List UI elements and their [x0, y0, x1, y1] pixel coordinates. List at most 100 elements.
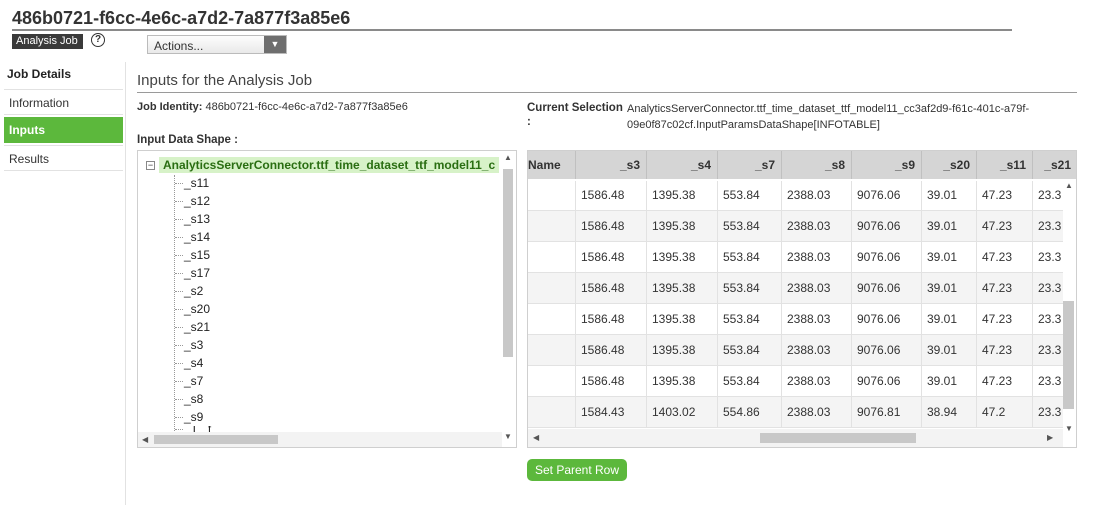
tree-root-label[interactable]: AnalyticsServerConnector.ttf_time_datase…: [159, 157, 500, 173]
tree-node[interactable]: _s2: [175, 282, 203, 300]
table-cell: [528, 366, 576, 397]
column-header[interactable]: _s4: [647, 151, 718, 179]
scroll-right-icon[interactable]: ▶: [1047, 433, 1053, 442]
tree-node[interactable]: _s17: [175, 264, 210, 282]
table-row[interactable]: 1586.48 1395.38 553.84 2388.03 9076.06 39.01 4…: [528, 304, 1063, 335]
actions-dropdown-label: Actions...: [154, 39, 204, 53]
tree-node[interactable]: _s21: [175, 318, 210, 336]
grid-horizontal-scrollbar[interactable]: ◀ ▶: [528, 429, 1063, 447]
tree-node-label: _s14: [184, 230, 211, 244]
tree-node[interactable]: _s15: [175, 246, 210, 264]
table-cell: 553.84: [718, 335, 782, 366]
tree-node[interactable]: _s9: [175, 408, 203, 426]
grid-hscroll-thumb[interactable]: [760, 433, 916, 443]
table-cell: [528, 211, 576, 242]
entity-type-badge: Analysis Job: [12, 34, 83, 49]
tree-node-label: _s15: [184, 248, 211, 262]
data-grid[interactable]: Name _s3 _s4 _s7 _s8 _s9 _s20 _s11 _s21 1586.48 1…: [527, 150, 1077, 448]
tree-hscroll-thumb[interactable]: [154, 435, 278, 444]
tree-node[interactable]: _s3: [175, 336, 203, 354]
table-cell: 9076.06: [852, 242, 922, 273]
table-row[interactable]: 1584.43 1403.02 554.86 2388.03 9076.81 38.94 4…: [528, 397, 1063, 428]
tree-node[interactable]: _s11: [175, 174, 209, 192]
table-row[interactable]: 1586.48 1395.38 553.84 2388.03 9076.06 39.01 4…: [528, 335, 1063, 366]
table-cell: 1395.38: [647, 273, 718, 304]
table-cell: 39.01: [922, 211, 977, 242]
column-header[interactable]: Name: [528, 151, 576, 179]
chevron-down-icon[interactable]: ▼: [264, 36, 286, 53]
column-header[interactable]: _s3: [576, 151, 647, 179]
table-cell: 23.3: [1033, 304, 1063, 335]
scroll-up-icon[interactable]: ▲: [504, 153, 512, 162]
sidebar-item-results[interactable]: Results: [4, 145, 123, 171]
set-parent-row-button[interactable]: Set Parent Row: [527, 459, 627, 481]
tree-horizontal-scrollbar[interactable]: ◀: [138, 432, 502, 447]
sidebar-item-inputs[interactable]: Inputs: [4, 117, 123, 143]
table-cell: 47.23: [977, 273, 1033, 304]
sidebar-item-information[interactable]: Information: [4, 89, 123, 115]
tree-node[interactable]: _s13: [175, 210, 210, 228]
collapse-icon[interactable]: −: [146, 160, 155, 170]
sidebar: Job Details Information Inputs Results: [4, 62, 126, 505]
table-row[interactable]: 1586.48 1395.38 553.84 2388.03 9076.06 39.01 4…: [528, 211, 1063, 242]
column-header[interactable]: _s8: [782, 151, 852, 179]
table-cell: 553.84: [718, 304, 782, 335]
table-row[interactable]: 1586.48 1395.38 553.84 2388.03 9076.06 39.01 4…: [528, 366, 1063, 397]
table-cell: 23.3: [1033, 242, 1063, 273]
table-cell: 2388.03: [782, 366, 852, 397]
scroll-down-icon[interactable]: ▼: [504, 432, 512, 441]
table-cell: 47.23: [977, 366, 1033, 397]
tree-node-label: _s12: [184, 194, 211, 208]
table-row[interactable]: 1586.48 1395.38 553.84 2388.03 9076.06 39.01 4…: [528, 273, 1063, 304]
scroll-left-icon[interactable]: ◀: [533, 433, 539, 442]
current-selection-value: AnalyticsServerConnector.ttf_time_datase…: [627, 103, 1030, 131]
table-cell: 23.3: [1033, 211, 1063, 242]
table-cell: 39.01: [922, 304, 977, 335]
data-shape-tree[interactable]: − AnalyticsServerConnector.ttf_time_data…: [137, 150, 517, 448]
column-header[interactable]: _s7: [718, 151, 782, 179]
input-data-shape-label: Input Data Shape :: [137, 134, 238, 146]
grid-vscroll-thumb[interactable]: [1063, 301, 1074, 409]
scroll-down-icon[interactable]: ▼: [1065, 424, 1073, 433]
table-cell: 47.2: [977, 397, 1033, 428]
table-cell: 39.01: [922, 181, 977, 211]
scroll-left-icon[interactable]: ◀: [142, 435, 148, 444]
table-cell: 1395.38: [647, 366, 718, 397]
tree-node[interactable]: _s8: [175, 390, 203, 408]
column-header[interactable]: _s20: [922, 151, 977, 179]
tree-root-node[interactable]: − AnalyticsServerConnector.ttf_time_data…: [146, 156, 500, 174]
tree-node[interactable]: _s4: [175, 354, 203, 372]
column-header[interactable]: _s11: [977, 151, 1033, 179]
table-cell: [528, 273, 576, 304]
page-title: 486b0721-f6cc-4e6c-a7d2-7a877f3a85e6: [12, 8, 351, 28]
table-cell: [528, 335, 576, 366]
column-header[interactable]: _s9: [852, 151, 922, 179]
table-cell: 47.23: [977, 181, 1033, 211]
table-cell: 1395.38: [647, 335, 718, 366]
table-cell: 38.94: [922, 397, 977, 428]
table-cell: 23.3: [1033, 335, 1063, 366]
tree-node[interactable]: _s7: [175, 372, 203, 390]
tree-vscroll-thumb[interactable]: [503, 169, 513, 357]
table-row[interactable]: 1586.48 1395.38 553.84 2388.03 9076.06 39.01 4…: [528, 242, 1063, 273]
tree-node-label: _s2: [184, 284, 204, 298]
table-cell: [528, 304, 576, 335]
table-cell: 553.84: [718, 211, 782, 242]
table-cell: 9076.06: [852, 304, 922, 335]
tree-node[interactable]: _s14: [175, 228, 210, 246]
scroll-up-icon[interactable]: ▲: [1065, 181, 1073, 190]
help-icon[interactable]: ?: [91, 33, 105, 47]
tree-node-label: _s11: [184, 176, 210, 190]
tree-vertical-scrollbar[interactable]: ▲ ▼: [502, 153, 514, 441]
table-cell: 23.3: [1033, 397, 1063, 428]
tree-node-label: _s17: [184, 266, 211, 280]
tree-node[interactable]: _s12: [175, 192, 210, 210]
actions-dropdown[interactable]: Actions... ▼: [147, 35, 287, 54]
table-cell: 553.84: [718, 273, 782, 304]
column-header[interactable]: _s21: [1033, 151, 1076, 179]
table-cell: 1586.48: [576, 211, 647, 242]
table-cell: 1395.38: [647, 304, 718, 335]
grid-vertical-scrollbar[interactable]: ▲ ▼: [1062, 179, 1075, 433]
table-row[interactable]: 1586.48 1395.38 553.84 2388.03 9076.06 39.01 4…: [528, 181, 1063, 211]
tree-node[interactable]: _s20: [175, 300, 210, 318]
